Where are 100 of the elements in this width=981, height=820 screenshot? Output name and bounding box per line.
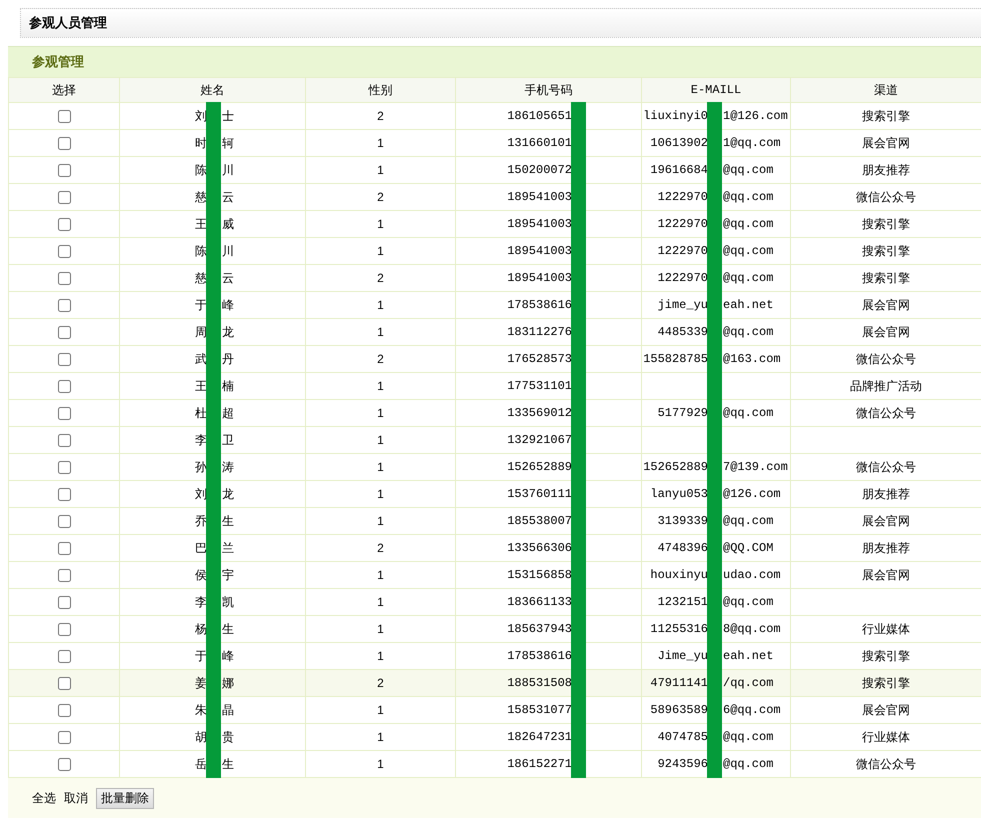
name-start: 李 xyxy=(195,432,207,449)
channel-cell: 朋友推荐 xyxy=(862,163,910,177)
gender-cell: 1 xyxy=(377,163,384,177)
row-checkbox[interactable] xyxy=(58,731,70,744)
phone-number: 189541003 xyxy=(507,243,572,260)
phone-number: 178538616 xyxy=(507,297,572,314)
email-start: 9243596 xyxy=(658,756,708,773)
email-start: 152652889 xyxy=(643,459,708,476)
email-start: 5177929 xyxy=(658,405,708,422)
row-checkbox[interactable] xyxy=(58,110,70,124)
row-checkbox[interactable] xyxy=(58,515,70,528)
batch-delete-button[interactable]: 批量删除 xyxy=(96,788,154,808)
phone-number: 150200072 xyxy=(507,162,572,179)
row-checkbox[interactable] xyxy=(58,488,70,502)
name-end: 晶 xyxy=(222,702,234,719)
email-end: 1@qq.com xyxy=(723,135,781,152)
name-end: 凯 xyxy=(222,594,234,611)
email-start: Jime_yu xyxy=(658,648,708,665)
row-checkbox[interactable] xyxy=(58,596,70,610)
phone-number: 185538007 xyxy=(507,513,572,530)
row-checkbox[interactable] xyxy=(58,569,70,582)
name-end: 峰 xyxy=(222,297,234,314)
phone-number: 186105651 xyxy=(507,108,572,125)
row-checkbox[interactable] xyxy=(58,542,70,556)
gender-cell: 1 xyxy=(377,487,384,501)
email-end: 8@qq.com xyxy=(723,621,781,638)
cancel-link[interactable]: 取消 xyxy=(64,789,88,807)
channel-cell: 品牌推广活动 xyxy=(850,379,922,393)
name-end: 超 xyxy=(222,405,234,422)
name-end: 楠 xyxy=(222,378,234,395)
row-checkbox[interactable] xyxy=(58,353,70,366)
name-start: 陈 xyxy=(195,162,207,179)
gender-cell: 2 xyxy=(377,676,384,690)
channel-cell: 展会官网 xyxy=(862,514,910,528)
name-start: 王 xyxy=(195,216,207,233)
channel-cell: 微信公众号 xyxy=(856,406,916,420)
name-start: 李 xyxy=(195,594,207,611)
row-checkbox[interactable] xyxy=(58,326,70,340)
gender-cell: 1 xyxy=(377,622,384,636)
row-checkbox[interactable] xyxy=(58,299,70,312)
name-end: 卫 xyxy=(222,432,234,449)
phone-number: 182647231 xyxy=(507,729,572,746)
name-end: 生 xyxy=(222,513,234,530)
channel-cell: 展会官网 xyxy=(862,136,910,150)
gender-cell: 2 xyxy=(377,541,384,555)
row-checkbox[interactable] xyxy=(58,758,70,772)
name-end: 龙 xyxy=(222,324,234,341)
row-checkbox[interactable] xyxy=(58,704,70,718)
name-start: 于 xyxy=(195,648,207,665)
row-checkbox[interactable] xyxy=(58,650,70,664)
row-checkbox[interactable] xyxy=(58,434,70,448)
email-start: 4074785 xyxy=(658,729,708,746)
email-start: 1232151 xyxy=(658,594,708,611)
gender-cell: 1 xyxy=(377,757,384,771)
name-end: 生 xyxy=(222,756,234,773)
name-end: 丹 xyxy=(222,351,234,368)
name-end: 威 xyxy=(222,216,234,233)
email-end: @qq.com xyxy=(723,243,774,260)
email-end: @qq.com xyxy=(723,189,774,206)
email-start: 155828785 xyxy=(643,351,708,368)
select-all-link[interactable]: 全选 xyxy=(32,789,56,807)
row-checkbox[interactable] xyxy=(58,218,70,232)
name-start: 杜 xyxy=(195,405,207,422)
channel-cell: 搜索引擎 xyxy=(862,109,910,123)
gender-cell: 1 xyxy=(377,649,384,663)
row-checkbox[interactable] xyxy=(58,380,70,394)
email-end: @qq.com xyxy=(723,270,774,287)
column-header: 选择 xyxy=(8,78,120,102)
gender-cell: 1 xyxy=(377,136,384,150)
row-checkbox[interactable] xyxy=(58,272,70,286)
name-start: 孙 xyxy=(195,459,207,476)
gender-cell: 1 xyxy=(377,730,384,744)
row-checkbox[interactable] xyxy=(58,164,70,178)
email-end: @qq.com xyxy=(723,162,774,179)
gender-cell: 2 xyxy=(377,109,384,123)
phone-number: 178538616 xyxy=(507,648,572,665)
gender-cell: 1 xyxy=(377,325,384,339)
email-start: 1222970 xyxy=(658,216,708,233)
email-end: @163.com xyxy=(723,351,781,368)
name-start: 周 xyxy=(195,324,207,341)
column-header: 手机号码 xyxy=(456,78,642,102)
row-checkbox[interactable] xyxy=(58,137,70,150)
phone-number: 131660101 xyxy=(507,135,572,152)
row-checkbox[interactable] xyxy=(58,677,70,690)
gender-cell: 1 xyxy=(377,568,384,582)
channel-cell: 行业媒体 xyxy=(862,622,910,636)
row-checkbox[interactable] xyxy=(58,191,70,204)
name-end: 宇 xyxy=(222,567,234,584)
email-start: 11255316 xyxy=(650,621,708,638)
name-start: 时 xyxy=(195,135,207,152)
name-start: 朱 xyxy=(195,702,207,719)
channel-cell: 行业媒体 xyxy=(862,730,910,744)
email-start: 3139339 xyxy=(658,513,708,530)
row-checkbox[interactable] xyxy=(58,407,70,420)
phone-number: 183112276 xyxy=(507,324,572,341)
name-start: 杨 xyxy=(195,621,207,638)
channel-cell: 搜索引擎 xyxy=(862,271,910,285)
row-checkbox[interactable] xyxy=(58,623,70,636)
row-checkbox[interactable] xyxy=(58,245,70,258)
row-checkbox[interactable] xyxy=(58,461,70,474)
